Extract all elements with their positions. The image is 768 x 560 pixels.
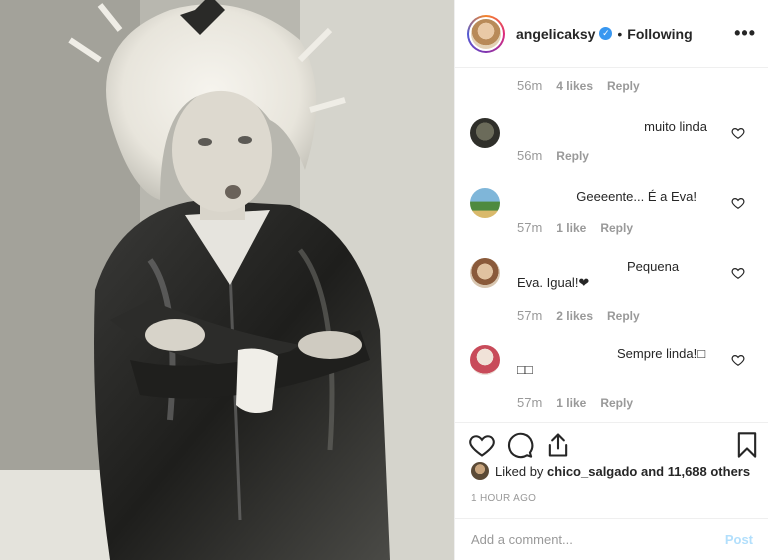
reply-button[interactable]: Reply	[600, 396, 633, 410]
comment-time: 57m	[517, 220, 543, 235]
comment-likes[interactable]: 4 likes	[556, 79, 593, 93]
comment-likes[interactable]: 2 likes	[556, 309, 593, 323]
comment-bubble-icon[interactable]	[506, 431, 534, 459]
liker-avatar[interactable]	[471, 462, 489, 480]
comment-likes[interactable]: 1 like	[556, 396, 586, 410]
post-actions-bar	[455, 422, 768, 466]
comment-text: muito linda	[644, 119, 707, 134]
comment-meta: 57m 1 like Reply	[517, 220, 633, 235]
reply-button[interactable]: Reply	[556, 149, 589, 163]
heart-icon[interactable]	[731, 196, 745, 210]
following-button[interactable]: Following	[627, 26, 692, 42]
heart-icon[interactable]	[731, 353, 745, 367]
share-icon[interactable]	[544, 431, 572, 459]
commenter-avatar[interactable]	[470, 188, 500, 218]
heart-icon[interactable]	[731, 126, 745, 140]
comment-text: Geeeente... É a Eva!	[576, 189, 697, 204]
author-avatar[interactable]	[467, 14, 505, 53]
comment-time: 57m	[517, 395, 543, 410]
liked-by-summary: Liked by chico_salgado and 11,688 others	[471, 462, 750, 480]
comment-meta: 57m 2 likes Reply	[517, 308, 640, 323]
heart-icon[interactable]	[731, 266, 745, 280]
liked-by-prefix: Liked by	[495, 463, 544, 479]
commenter-avatar[interactable]	[470, 118, 500, 148]
reply-button[interactable]: Reply	[607, 309, 640, 323]
comments-list[interactable]: 56m 4 likes Reply muito linda 56m Reply …	[455, 68, 768, 422]
bookmark-icon[interactable]	[733, 431, 761, 459]
comment-time: 56m	[517, 78, 543, 93]
child-portrait-image	[0, 0, 454, 560]
separator-dot: •	[617, 25, 623, 42]
post-timestamp[interactable]: 1 HOUR AGO	[471, 493, 536, 504]
verified-badge-icon: ✓	[599, 27, 613, 40]
comment-meta: 56m 4 likes Reply	[517, 78, 640, 93]
post-sidebar: angelicaksy ✓ • Following ••• 56m 4 like…	[454, 0, 768, 560]
comment-meta: 57m 1 like Reply	[517, 395, 633, 410]
comment-time: 56m	[517, 148, 543, 163]
liker-username[interactable]: chico_salgado	[547, 464, 637, 479]
comment-likes[interactable]: 1 like	[556, 221, 586, 235]
comment-text: Sempre linda!□ □□	[517, 346, 706, 377]
like-heart-icon[interactable]	[468, 431, 496, 459]
more-options-icon[interactable]: •••	[734, 23, 756, 44]
post-comment-button[interactable]: Post	[725, 532, 753, 547]
post-header: angelicaksy ✓ • Following •••	[455, 0, 768, 68]
comment-text: Pequena Eva. Igual!❤	[517, 259, 680, 290]
reply-button[interactable]: Reply	[607, 79, 640, 93]
post-photo[interactable]	[0, 0, 454, 560]
comment-meta: 56m Reply	[517, 148, 589, 163]
commenter-avatar[interactable]	[470, 345, 500, 375]
reply-button[interactable]: Reply	[600, 221, 633, 235]
add-comment-bar: Add a comment... Post	[455, 518, 768, 560]
commenter-avatar[interactable]	[470, 258, 500, 288]
comment-input[interactable]: Add a comment...	[471, 532, 573, 547]
author-username[interactable]: angelicaksy	[516, 26, 595, 42]
likes-count[interactable]: and 11,688 others	[641, 464, 750, 479]
comment-time: 57m	[517, 308, 543, 323]
